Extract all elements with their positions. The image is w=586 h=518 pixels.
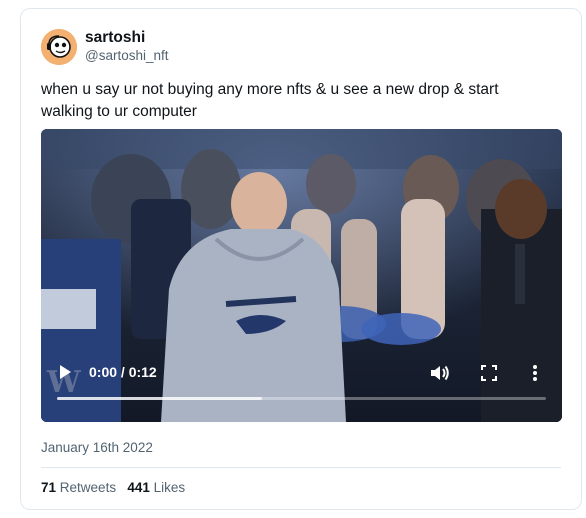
video-progress-bar[interactable] — [57, 397, 546, 400]
play-icon — [60, 365, 71, 379]
likes-count: 441 — [127, 480, 150, 495]
tweet-date[interactable]: January 16th 2022 — [41, 440, 153, 455]
retweets-stat[interactable]: 71 Retweets — [41, 480, 120, 495]
fullscreen-icon — [481, 365, 497, 381]
video-time: 0:00 / 0:12 — [89, 364, 157, 380]
likes-stat[interactable]: 441 Likes — [127, 480, 185, 495]
fullscreen-button[interactable] — [481, 365, 497, 381]
tweet-stats: 71 Retweets 441 Likes — [41, 480, 185, 495]
author-avatar[interactable] — [41, 29, 77, 65]
video-controls: W 0:00 / 0:12 — [41, 129, 562, 422]
video-player[interactable]: W 0:00 / 0:12 — [41, 129, 562, 422]
more-options-icon — [533, 365, 537, 381]
retweets-count: 71 — [41, 480, 57, 495]
avatar-image — [41, 29, 77, 65]
tweet-card: sartoshi @sartoshi_nft when u say ur not… — [20, 8, 582, 510]
volume-button[interactable] — [429, 363, 451, 383]
tweet-text: when u say ur not buying any more nfts &… — [41, 81, 499, 120]
author-handle[interactable]: @sartoshi_nft — [85, 48, 169, 63]
volume-icon — [431, 365, 449, 381]
play-button[interactable] — [57, 362, 73, 382]
divider — [41, 467, 561, 468]
retweets-label: Retweets — [59, 480, 117, 495]
video-buffered-bar — [57, 397, 263, 400]
author-name[interactable]: sartoshi — [85, 29, 145, 47]
more-options-button[interactable] — [531, 363, 539, 383]
likes-label: Likes — [153, 480, 186, 495]
